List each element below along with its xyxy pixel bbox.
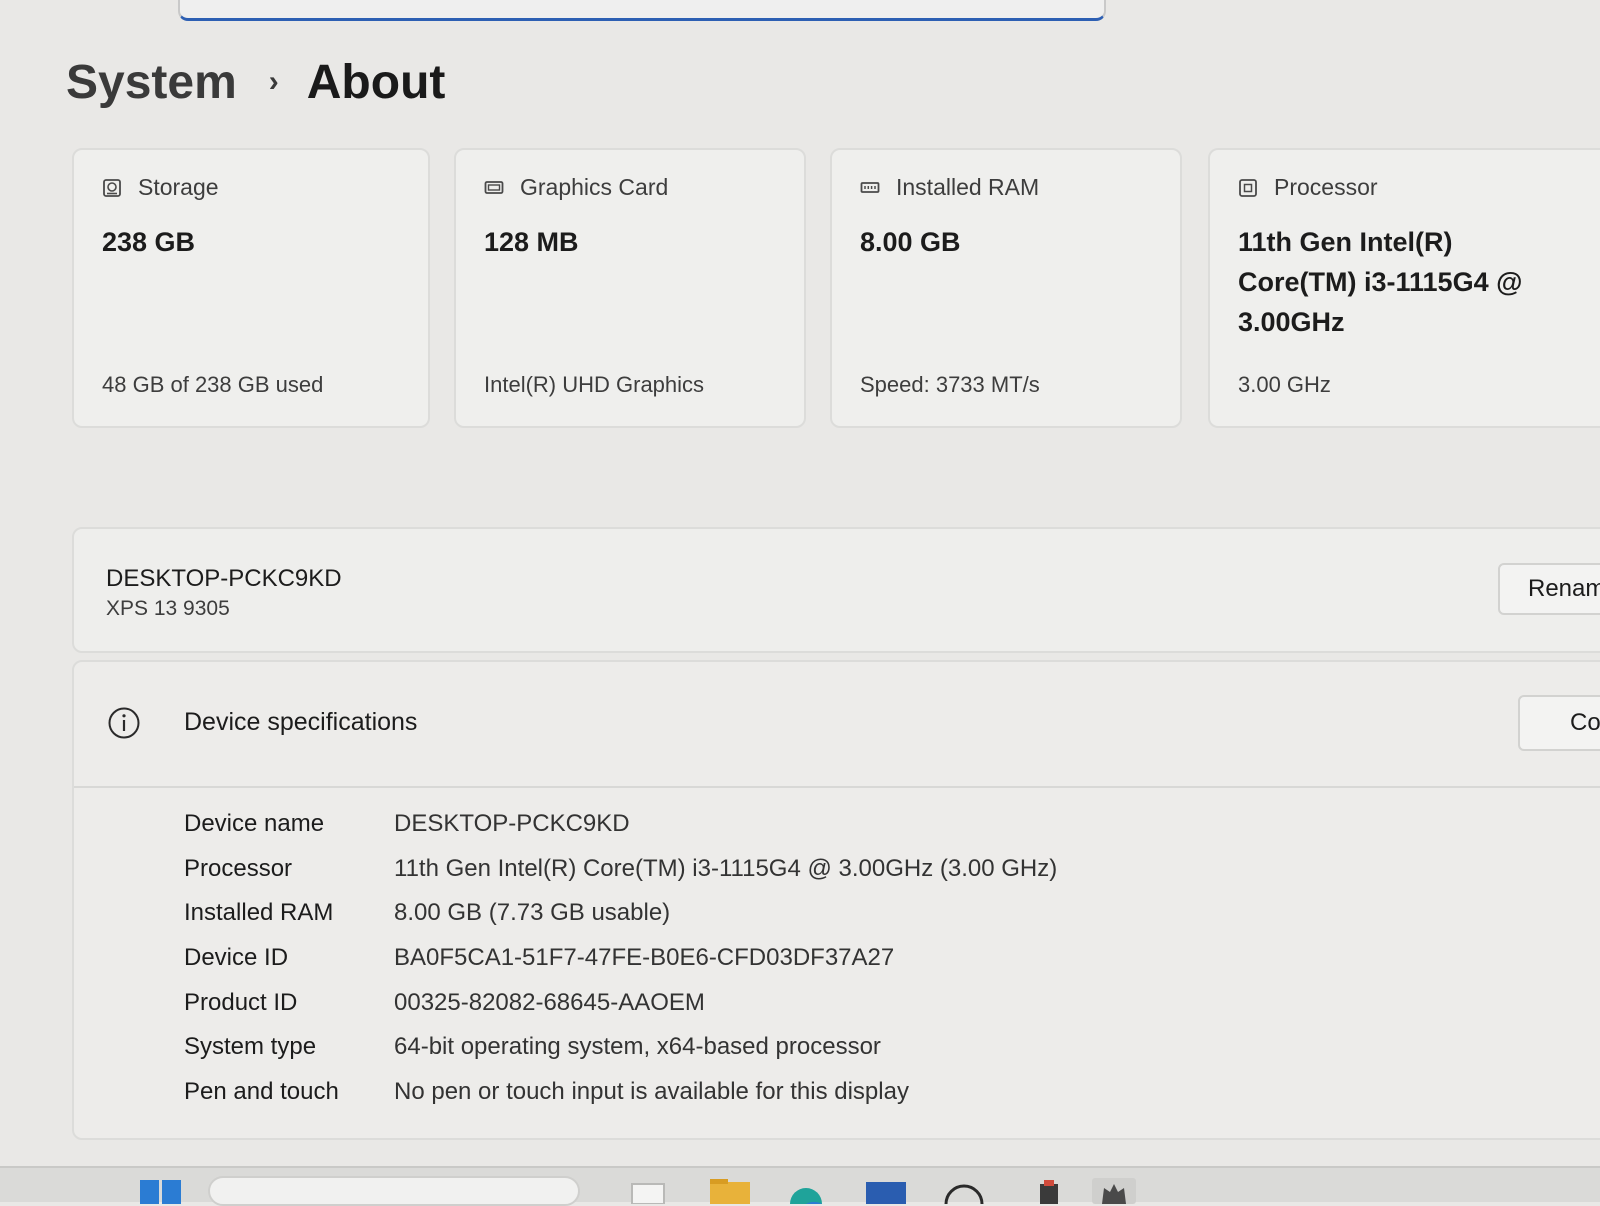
spec-row-device-id: Device ID BA0F5CA1-51F7-47FE-B0E6-CFD03D… [184, 936, 1057, 981]
app-icon[interactable] [944, 1178, 984, 1204]
memory-icon [860, 181, 880, 193]
storage-drive-icon [103, 178, 121, 197]
device-name: DESKTOP-PCKC9KD [106, 565, 342, 592]
ram-card-header: Installed RAM [860, 174, 1039, 201]
ram-value: 8.00 GB [860, 227, 961, 257]
spec-label: Device name [184, 810, 325, 838]
search-box[interactable] [208, 1176, 580, 1206]
graphics-adapter: Intel(R) UHD Graphics [484, 372, 705, 397]
spec-row-system-type: System type 64-bit operating system, x64… [184, 1025, 1057, 1070]
task-view-icon[interactable] [628, 1178, 668, 1204]
storage-card[interactable]: Storage 238 GB 48 GB of 238 GB used [72, 148, 430, 428]
graphics-card-icon [484, 180, 504, 194]
chevron-right-icon: › [268, 65, 279, 98]
storage-usage: 48 GB of 238 GB used [102, 372, 324, 397]
spec-value: BA0F5CA1-51F7-47FE-B0E6-CFD03DF37A27 [394, 944, 895, 972]
spec-row-pen-and-touch: Pen and touch No pen or touch input is a… [184, 1070, 1057, 1115]
breadcrumb: System › About [66, 50, 445, 114]
processor-card[interactable]: Processor 11th Gen Intel(R) Core(TM) i3-… [1208, 148, 1600, 428]
spec-value: 64-bit operating system, x64-based proce… [394, 1033, 881, 1061]
ram-label: Installed RAM [896, 174, 1040, 200]
spec-rows: Device name DESKTOP-PCKC9KD Processor 11… [184, 802, 1057, 1114]
graphics-card-header: Graphics Card [484, 174, 668, 201]
processor-label: Processor [1274, 174, 1378, 200]
device-specifications-header[interactable]: Device specifications Co [74, 662, 1600, 788]
spec-row-product-id: Product ID 00325-82082-68645-AAOEM [184, 980, 1057, 1025]
processor-speed: 3.00 GHz [1238, 372, 1331, 397]
ram-speed: Speed: 3733 MT/s [860, 372, 1040, 397]
device-name-row: DESKTOP-PCKC9KD XPS 13 9305 Renam [72, 527, 1600, 653]
ram-card[interactable]: Installed RAM 8.00 GB Speed: 3733 MT/s [830, 148, 1182, 428]
storage-label: Storage [138, 174, 219, 200]
spec-value: No pen or touch input is available for t… [394, 1077, 909, 1105]
storage-card-header: Storage [102, 174, 219, 201]
rename-pc-button[interactable]: Renam [1498, 563, 1600, 615]
breadcrumb-system[interactable]: System [66, 55, 237, 110]
spec-row-installed-ram: Installed RAM 8.00 GB (7.73 GB usable) [184, 891, 1057, 936]
processor-chip-icon [1239, 178, 1257, 197]
spec-label: Device ID [184, 944, 289, 972]
processor-value: 11th Gen Intel(R) Core(TM) i3-1115G4 @ 3… [1238, 227, 1523, 337]
spec-label: System type [184, 1033, 317, 1061]
spec-row-device-name: Device name DESKTOP-PCKC9KD [184, 802, 1057, 847]
settings-icon[interactable] [1092, 1178, 1136, 1204]
store-icon[interactable] [864, 1178, 908, 1204]
search-box-edge[interactable] [178, 0, 1106, 21]
spec-row-processor: Processor 11th Gen Intel(R) Core(TM) i3-… [184, 847, 1057, 892]
processor-card-header: Processor [1238, 174, 1378, 201]
copy-button[interactable]: Co [1518, 695, 1600, 751]
spec-value: 00325-82082-68645-AAOEM [394, 988, 705, 1016]
graphics-label: Graphics Card [520, 174, 669, 200]
graphics-value: 128 MB [484, 227, 579, 257]
file-explorer-icon[interactable] [708, 1178, 752, 1204]
spec-label: Processor [184, 854, 293, 882]
app-icon-2[interactable] [1030, 1178, 1066, 1204]
device-specifications-title: Device specifications [184, 708, 418, 736]
spec-label: Pen and touch [184, 1077, 339, 1105]
spec-value: DESKTOP-PCKC9KD [394, 810, 630, 838]
start-icon[interactable] [140, 1178, 182, 1204]
device-specifications-panel: Device specifications Co Device name DES… [72, 660, 1600, 1140]
info-icon [108, 707, 140, 739]
edge-icon[interactable] [786, 1178, 826, 1204]
graphics-card[interactable]: Graphics Card 128 MB Intel(R) UHD Graphi… [454, 148, 806, 428]
spec-value: 11th Gen Intel(R) Core(TM) i3-1115G4 @ 3… [394, 854, 1058, 882]
taskbar [0, 1166, 1600, 1206]
spec-value: 8.00 GB (7.73 GB usable) [394, 899, 671, 927]
spec-label: Product ID [184, 988, 298, 1016]
device-model: XPS 13 9305 [106, 597, 230, 620]
storage-value: 238 GB [102, 227, 196, 257]
page-title: About [306, 55, 446, 109]
spec-label: Installed RAM [184, 899, 334, 927]
